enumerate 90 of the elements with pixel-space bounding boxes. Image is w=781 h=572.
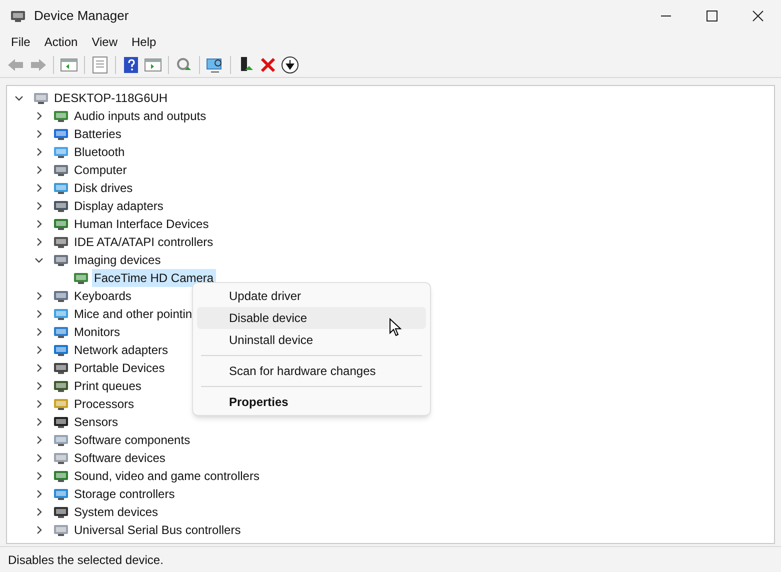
chevron-right-icon[interactable] [34,381,44,391]
device-icon [53,162,69,178]
tree-item[interactable]: System devices [72,503,160,521]
menu-item[interactable]: Update driver [197,285,426,307]
tree-item[interactable]: Mice and other pointin [72,305,194,323]
chevron-right-icon[interactable] [34,147,44,157]
tree-item[interactable]: Software devices [72,449,168,467]
tree-item[interactable]: Bluetooth [72,143,127,161]
tree-item[interactable]: Sound, video and game controllers [72,467,262,485]
chevron-right-icon[interactable] [34,291,44,301]
download-circle-icon[interactable] [280,54,300,74]
chevron-right-icon[interactable] [34,453,44,463]
device-icon [53,396,69,412]
device-icon [53,216,69,232]
menu-item[interactable]: Action [37,33,85,51]
device-icon [53,468,69,484]
app-icon [10,8,26,24]
tree-item[interactable]: Audio inputs and outputs [72,107,208,125]
tree-item[interactable]: Processors [72,395,136,413]
chevron-right-icon[interactable] [34,327,44,337]
window-title: Device Manager [34,7,129,26]
chevron-right-icon[interactable] [34,471,44,481]
chevron-right-icon[interactable] [34,363,44,373]
chevron-down-icon[interactable] [14,93,24,103]
cursor-icon [389,318,402,337]
tree-item[interactable]: Imaging devices [72,251,163,269]
menu-item[interactable]: Help [124,33,164,51]
device-icon [53,504,69,520]
device-icon [53,144,69,160]
menu-item[interactable]: Uninstall device [197,329,426,351]
device-icon [53,126,69,142]
device-icon [53,360,69,376]
tree-item[interactable]: DESKTOP-118G6UH [52,89,170,107]
device-icon [53,180,69,196]
chevron-right-icon[interactable] [34,507,44,517]
tree-item[interactable]: Batteries [72,125,124,143]
device-icon [53,324,69,340]
chevron-right-icon[interactable] [34,237,44,247]
tree-item[interactable]: Software components [72,431,192,449]
tree-item[interactable]: Keyboards [72,287,134,305]
chevron-right-icon[interactable] [34,129,44,139]
properties-icon[interactable] [90,54,110,74]
device-icon [53,414,69,430]
chevron-right-icon[interactable] [34,525,44,535]
device-icon [53,252,69,268]
computer-icon [33,90,49,106]
menu-item[interactable]: Disable device [197,307,426,329]
chevron-right-icon[interactable] [34,435,44,445]
tree-item[interactable]: Monitors [72,323,122,341]
tree-item[interactable]: Print queues [72,377,144,395]
menu-item[interactable]: Scan for hardware changes [197,360,426,382]
menu-item[interactable]: View [84,33,124,51]
chevron-right-icon[interactable] [34,309,44,319]
tree-item[interactable]: Storage controllers [72,485,177,503]
device-icon [53,378,69,394]
menu-item[interactable]: File [4,33,38,51]
chevron-right-icon[interactable] [34,489,44,499]
device-icon [53,108,69,124]
tree-item[interactable]: Sensors [72,413,120,431]
device-icon [53,342,69,358]
device-icon [53,198,69,214]
device-icon [53,234,69,250]
chevron-right-icon[interactable] [34,399,44,409]
tree-item[interactable]: Display adapters [72,197,166,215]
chevron-right-icon[interactable] [34,165,44,175]
chevron-right-icon[interactable] [34,417,44,427]
tree-item[interactable]: Human Interface Devices [72,215,211,233]
device-icon [53,522,69,538]
tree-item[interactable]: Disk drives [72,179,135,197]
tree-item[interactable]: FaceTime HD Camera [92,269,216,287]
tree-item[interactable]: IDE ATA/ATAPI controllers [72,233,216,251]
tree-item[interactable]: Computer [72,161,129,179]
chevron-right-icon[interactable] [34,111,44,121]
device-icon [53,306,69,322]
chevron-right-icon[interactable] [34,183,44,193]
chevron-right-icon[interactable] [34,201,44,211]
status-text: Disables the selected device. [8,552,164,568]
tree-item[interactable]: Network adapters [72,341,170,359]
help-icon[interactable] [121,54,141,74]
device-icon [73,270,89,286]
device-icon [53,288,69,304]
tree-item[interactable]: Universal Serial Bus controllers [72,521,243,539]
chevron-right-icon[interactable] [34,345,44,355]
device-icon [53,450,69,466]
menu-item[interactable]: Properties [197,391,426,413]
tree-item[interactable]: Portable Devices [72,359,167,377]
device-icon [53,486,69,502]
device-icon [53,432,69,448]
chevron-right-icon[interactable] [34,219,44,229]
chevron-down-icon[interactable] [34,255,44,265]
